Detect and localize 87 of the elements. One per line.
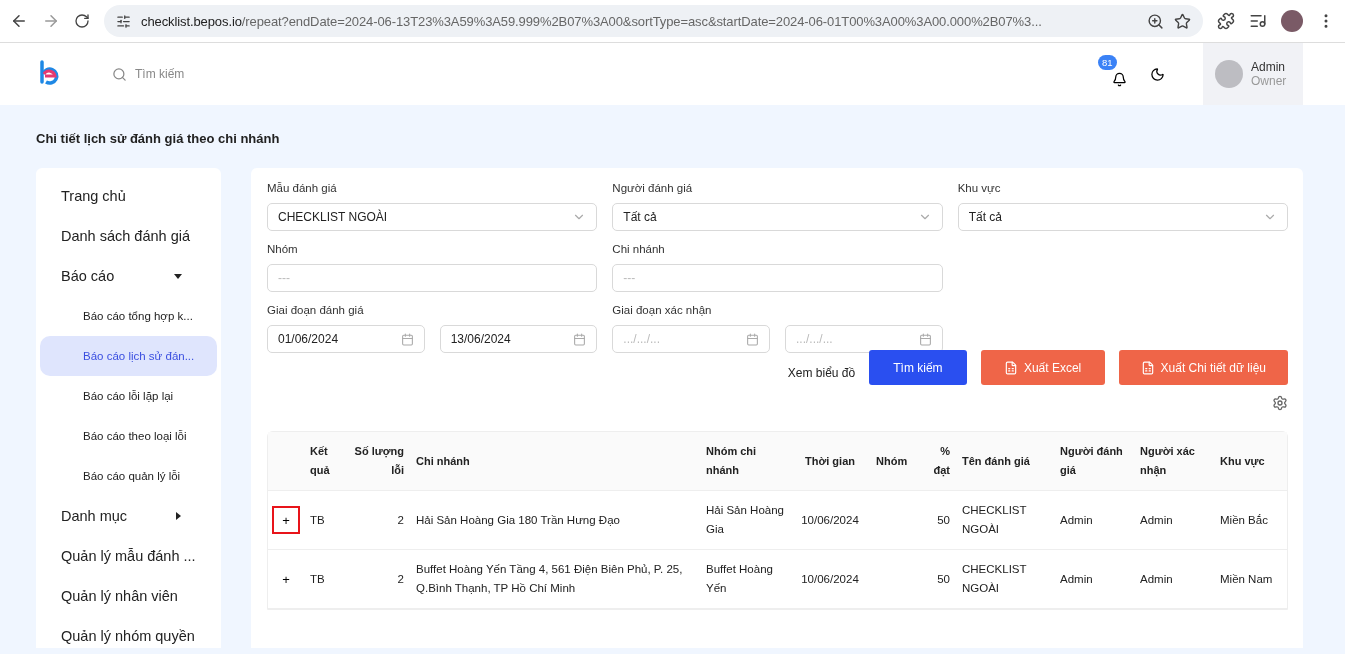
column-header: Số lượng lỗi xyxy=(353,444,405,478)
expand-button[interactable]: + xyxy=(272,506,300,534)
media-icon[interactable] xyxy=(1249,12,1267,30)
table-cell-text: Hải Sản Hoàng Gia 180 Trần Hưng Đạo xyxy=(415,512,621,528)
forward-icon[interactable] xyxy=(42,12,60,30)
table-cell-text: Admin xyxy=(1059,571,1094,587)
url-text: checklist.bepos.io/repeat?endDate=2024-06-13T23%3A59%3A59.999%2B07%3A00&sortType=asc&startDate=2024-06-01T00%3A00%3A00.000%2B07%3... xyxy=(141,13,1043,29)
table-cell-text: Buffet Hoàng Yến Tầng 4, 561 Điện Biên Phủ, P. 25, Q.Bình Thạnh, TP Hồ Chí Minh xyxy=(415,562,684,596)
column-header: % đạt xyxy=(932,444,951,479)
profile-avatar[interactable] xyxy=(1281,10,1303,32)
table-cell-text: 2 xyxy=(396,571,405,587)
field-label: Mẫu đánh giá xyxy=(267,182,338,196)
select-field[interactable]: Tất cả xyxy=(957,203,1288,231)
table-cell-text: 10/06/2024 xyxy=(800,512,860,528)
sidebar-subitem[interactable]: Báo cáo lịch sử đán... xyxy=(40,336,217,376)
column-header: Nhóm xyxy=(875,453,909,469)
bell-icon[interactable] xyxy=(1111,72,1127,87)
file-icon xyxy=(1140,360,1155,375)
field-label: Người đánh giá xyxy=(612,182,694,196)
column-header: Chi nhánh xyxy=(415,453,471,469)
sidebar-subitem[interactable]: Báo cáo tổng hợp k... xyxy=(40,296,217,336)
sidebar-item[interactable]: Danh mục xyxy=(40,496,219,536)
column-header: Khu vực xyxy=(1219,453,1266,470)
table-cell-text: Admin xyxy=(1139,512,1174,528)
date-field[interactable]: 01/06/2024 xyxy=(267,325,425,353)
table-cell-text: TB xyxy=(309,571,326,587)
column-header: Thời gian xyxy=(804,453,856,469)
table-cell-text: CHECKLIST NGOÀI xyxy=(961,503,1028,537)
settings-icon[interactable] xyxy=(1272,395,1288,411)
table-cell-text: 10/06/2024 xyxy=(800,571,860,587)
sidebar-subitem[interactable]: Báo cáo quản lý lỗi xyxy=(40,456,217,496)
site-settings-icon[interactable] xyxy=(116,13,131,29)
chart-link[interactable]: Xem biểu đồ xyxy=(787,365,856,380)
field-label: Chi nhánh xyxy=(612,243,666,257)
table-cell-text: Miền Nam xyxy=(1219,571,1274,587)
file-icon xyxy=(1003,360,1018,375)
calendar-icon xyxy=(400,332,414,346)
calendar-icon xyxy=(746,332,759,346)
sidebar-item[interactable]: Quản lý nhân viên xyxy=(40,576,219,616)
search-icon xyxy=(112,66,127,82)
zoom-icon[interactable] xyxy=(1147,12,1164,30)
sidebar-item[interactable]: Quản lý mẫu đánh ... xyxy=(40,536,219,576)
table-cell-text: TB xyxy=(309,512,326,528)
sidebar-subitem[interactable]: Báo cáo theo loại lỗi xyxy=(40,416,217,456)
sidebar-subitem[interactable]: Báo cáo lỗi lặp lại xyxy=(40,376,217,416)
notification-count: 81 xyxy=(1098,55,1117,70)
column-header: Nhóm chi nhánh xyxy=(705,444,758,478)
field-label: Khu vực xyxy=(957,182,1002,196)
table-cell-text: 2 xyxy=(396,512,405,528)
table-cell-text: Admin xyxy=(1059,512,1094,528)
user-avatar xyxy=(1215,60,1243,88)
user-menu[interactable]: Admin Owner xyxy=(1203,43,1303,105)
date-field[interactable]: 13/06/2024 xyxy=(439,325,598,353)
dark-mode-icon[interactable] xyxy=(1150,66,1165,82)
calendar-icon xyxy=(573,332,587,346)
sidebar-item[interactable]: Danh sách đánh giá xyxy=(40,216,219,256)
column-header: Người xác nhận xyxy=(1139,444,1196,479)
select-field[interactable]: CHECKLIST NGOÀI xyxy=(267,203,598,231)
table-cell-text: 50 xyxy=(936,571,951,587)
search-button[interactable]: Tìm kiếm xyxy=(869,350,967,385)
extensions-icon[interactable] xyxy=(1217,12,1235,30)
caret-down-icon xyxy=(173,271,183,281)
select-field[interactable]: Tất cả xyxy=(612,203,943,231)
field-label: Giai đoạn xác nhận xyxy=(612,304,713,318)
field-label: Nhóm xyxy=(267,243,299,257)
table-cell-text: Buffet Hoàng Yến xyxy=(705,562,774,596)
back-icon[interactable] xyxy=(10,12,28,30)
sidebar-item[interactable]: Quản lý nhóm quyền xyxy=(40,616,219,654)
column-header: Tên đánh giá xyxy=(961,453,1031,469)
sidebar-item[interactable]: Báo cáo xyxy=(40,256,219,296)
table-cell-text: Admin xyxy=(1139,571,1174,587)
table-cell-text: CHECKLIST NGOÀI xyxy=(961,562,1028,596)
column-header: Kết quả xyxy=(309,444,331,478)
calendar-icon xyxy=(918,332,932,346)
user-role: Owner xyxy=(1251,74,1287,88)
table-cell-text: Miền Bắc xyxy=(1219,512,1269,528)
table-cell-text: 50 xyxy=(936,512,951,528)
caret-right-icon xyxy=(173,511,183,521)
address-bar[interactable]: checklist.bepos.io/repeat?endDate=2024-06-13T23%3A59%3A59.999%2B07%3A00&sortType=asc&startDate=2024-06-01T00%3A00%3A00.000%2B07%3... xyxy=(104,5,1203,37)
column-header: Người đánh giá xyxy=(1059,444,1124,478)
user-name: Admin xyxy=(1251,60,1286,74)
page-title: Chi tiết lịch sử đánh giá theo chi nhánh xyxy=(36,131,281,146)
table-cell-text: Hải Sản Hoàng Gia xyxy=(705,503,785,537)
reload-icon[interactable] xyxy=(74,13,90,29)
field-label: Giai đoạn đánh giá xyxy=(267,304,365,318)
bookmark-star-icon[interactable] xyxy=(1174,12,1191,30)
sidebar-item[interactable]: Trang chủ xyxy=(40,176,219,216)
